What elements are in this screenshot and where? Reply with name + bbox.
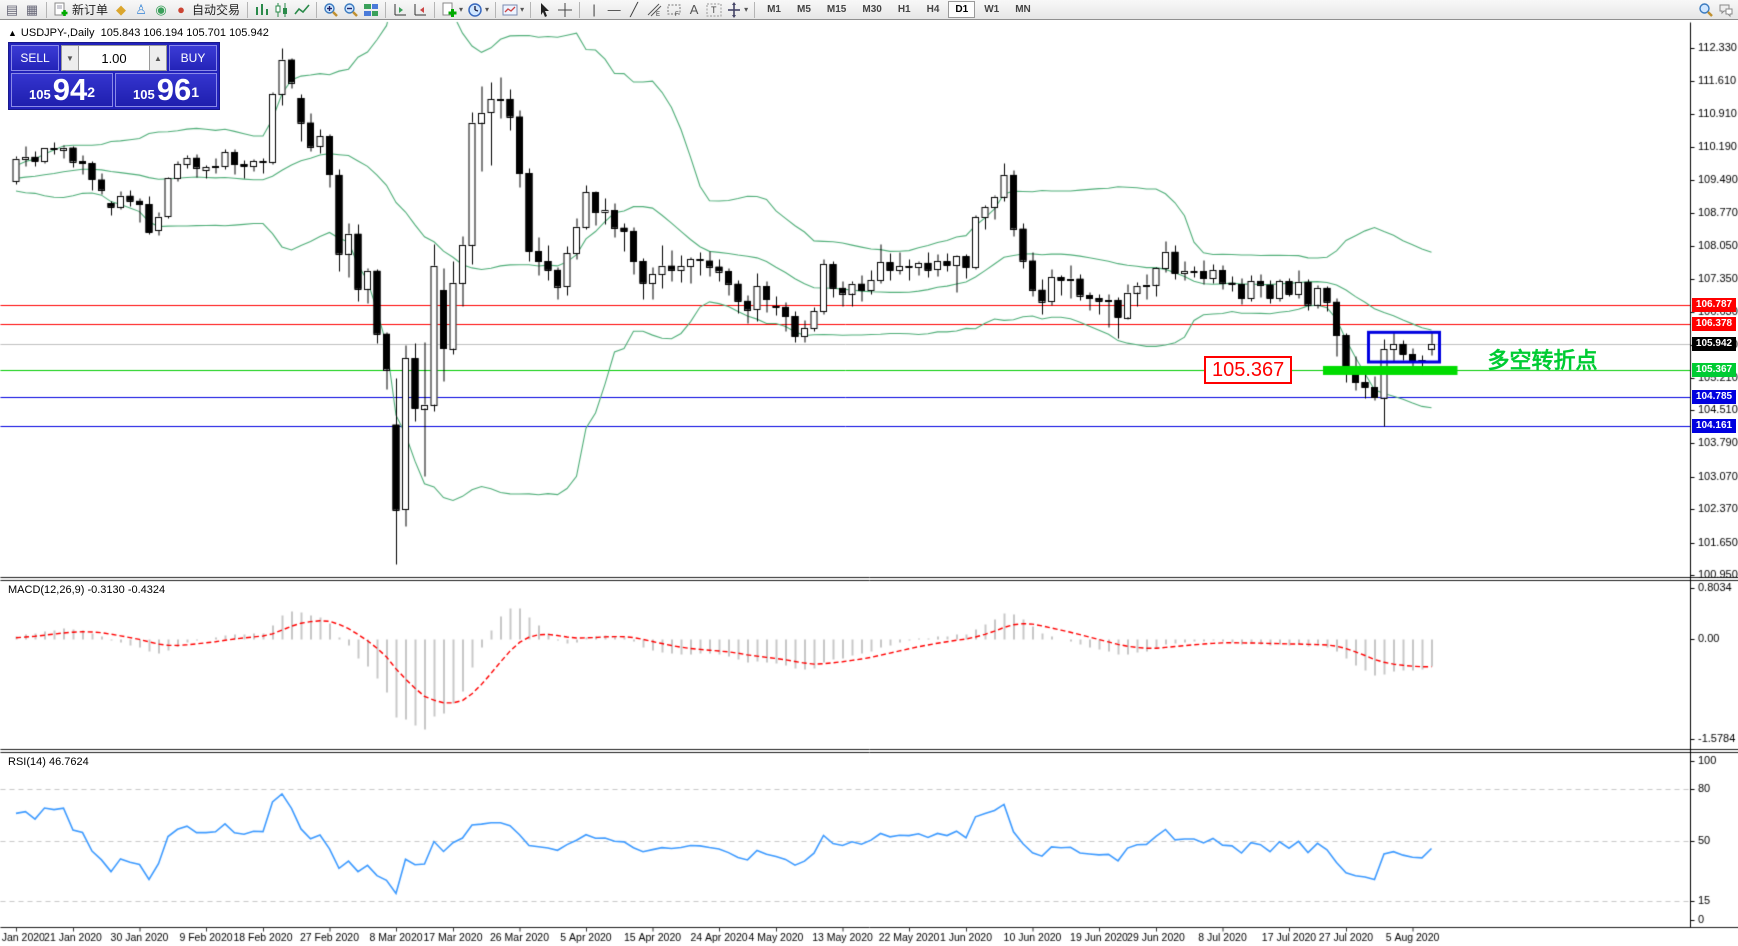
period-icon-dropdown[interactable]: ▾	[485, 5, 489, 14]
shapes-icon[interactable]	[725, 1, 743, 19]
period-icon[interactable]	[466, 1, 484, 19]
buy-price-big: 96	[156, 72, 192, 107]
price-chart-canvas[interactable]	[0, 0, 1738, 946]
price-tag-105.942: 105.942	[1692, 336, 1736, 351]
one-click-trading-panel: SELL ▼ 1.00 ▲ BUY 105 94 2 105 96 1	[8, 42, 220, 110]
timeframe-button-D1[interactable]: D1	[948, 1, 976, 18]
timeframe-button-M15[interactable]: M15	[820, 1, 853, 18]
price-tag-104.161: 104.161	[1692, 419, 1736, 434]
search-icon[interactable]	[1697, 1, 1715, 19]
gold-icon[interactable]: ◆	[112, 1, 130, 19]
toolbar-separator	[434, 1, 436, 18]
buy-price-small: 105	[133, 87, 155, 102]
sell-price-small: 105	[29, 87, 51, 102]
candle-chart-icon[interactable]	[273, 1, 291, 19]
text-icon[interactable]: A	[685, 1, 703, 19]
sell-price-sup: 2	[87, 84, 95, 100]
price-tag-106.787: 106.787	[1692, 297, 1736, 312]
vline-icon[interactable]: |	[585, 1, 603, 19]
shapes-icon-dropdown[interactable]: ▾	[744, 5, 748, 14]
svg-text:E: E	[656, 12, 660, 18]
zoom-in-icon[interactable]	[322, 1, 340, 19]
toolbar-separator	[247, 1, 249, 18]
bar-chart-icon[interactable]	[253, 1, 271, 19]
template-icon-dropdown[interactable]: ▾	[520, 5, 524, 14]
timeframe-button-W1[interactable]: W1	[977, 1, 1006, 18]
signal-icon[interactable]: ◉	[152, 1, 170, 19]
trendline-icon[interactable]: ╱	[625, 1, 643, 19]
trading-terminal: ▤ ▦ 新订单 ◆ ♙ ◉ ● 自动交易 ▾ ▾ ▾ | — ╱ E F A T ▾ M1 M5 M15 M30 H1 H4 D1…	[0, 0, 1738, 946]
buy-button[interactable]: BUY	[169, 45, 217, 71]
level-price-label[interactable]: 105.367	[1204, 356, 1293, 385]
crosshair-icon[interactable]	[556, 1, 574, 19]
sell-price-big: 94	[52, 72, 88, 107]
template-icon[interactable]	[501, 1, 519, 19]
chart-report-icon[interactable]: ▤	[3, 1, 21, 19]
zoom-out-icon[interactable]	[342, 1, 360, 19]
sell-price-button[interactable]: 105 94 2	[11, 73, 113, 107]
price-tag-106.378: 106.378	[1692, 316, 1736, 331]
sell-button[interactable]: SELL	[11, 45, 59, 71]
timeframe-button-M30[interactable]: M30	[855, 1, 888, 18]
new-order-button-label[interactable]: 新订单	[72, 1, 108, 18]
tile-windows-icon[interactable]	[362, 1, 380, 19]
hline-icon[interactable]: —	[605, 1, 623, 19]
line-chart-icon[interactable]	[293, 1, 311, 19]
volume-decrease-button[interactable]: ▼	[61, 45, 79, 71]
volume-input[interactable]: 1.00	[79, 45, 149, 71]
autotrade-icon[interactable]: ●	[172, 1, 190, 19]
timeframe-button-MN[interactable]: MN	[1008, 1, 1038, 18]
add-indicator-icon[interactable]	[440, 1, 458, 19]
timeframe-button-M5[interactable]: M5	[790, 1, 818, 18]
toolbar-separator	[385, 1, 387, 18]
toolbar-separator	[754, 1, 756, 18]
indicator-window-icon[interactable]	[411, 1, 429, 19]
price-tag-104.785: 104.785	[1692, 390, 1736, 405]
community-icon[interactable]: ♙	[132, 1, 150, 19]
rsi-indicator-label: RSI(14) 46.7624	[8, 756, 89, 768]
toolbar-separator	[316, 1, 318, 18]
timeframe-button-M1[interactable]: M1	[760, 1, 788, 18]
timeframe-button-H1[interactable]: H1	[891, 1, 918, 18]
new-order-doc-icon[interactable]	[52, 1, 70, 19]
toolbar-separator	[579, 1, 581, 18]
data-window-icon[interactable]: ▦	[23, 1, 41, 19]
volume-increase-button[interactable]: ▲	[149, 45, 167, 71]
channel-icon[interactable]: F	[665, 1, 683, 19]
ohlc-values: 105.843 106.194 105.701 105.942	[100, 27, 269, 39]
price-tag-105.367: 105.367	[1692, 363, 1736, 378]
toolbar-separator	[530, 1, 532, 18]
timeframe-button-H4[interactable]: H4	[920, 1, 947, 18]
svg-text:T: T	[711, 5, 717, 15]
macd-indicator-label: MACD(12,26,9) -0.3130 -0.4324	[8, 584, 166, 596]
chat-icon[interactable]	[1717, 1, 1735, 19]
collapse-panel-icon[interactable]: ▲	[8, 28, 17, 38]
symbol-title: USDJPY-,Daily	[20, 27, 95, 39]
buy-price-button[interactable]: 105 96 1	[115, 73, 217, 107]
buy-price-sup: 1	[191, 84, 199, 100]
cursor-icon[interactable]	[536, 1, 554, 19]
turning-point-annotation[interactable]: 多空转折点	[1488, 343, 1598, 375]
svg-text:F: F	[675, 12, 679, 18]
main-toolbar: ▤ ▦ 新订单 ◆ ♙ ◉ ● 自动交易 ▾ ▾ ▾ | — ╱ E F A T ▾ M1 M5 M15 M30 H1 H4 D1…	[0, 0, 1738, 20]
indicator-list-icon[interactable]	[391, 1, 409, 19]
toolbar-separator	[495, 1, 497, 18]
volume-stepper: ▼ 1.00 ▲	[61, 45, 167, 71]
add-indicator-icon-dropdown[interactable]: ▾	[459, 5, 463, 14]
autotrade-button-label[interactable]: 自动交易	[192, 1, 240, 18]
label-icon[interactable]: T	[705, 1, 723, 19]
toolbar-separator	[46, 1, 47, 18]
fibo-icon[interactable]: E	[645, 1, 663, 19]
chart-title: ▲ USDJPY-,Daily 105.843 106.194 105.701 1…	[8, 27, 269, 39]
